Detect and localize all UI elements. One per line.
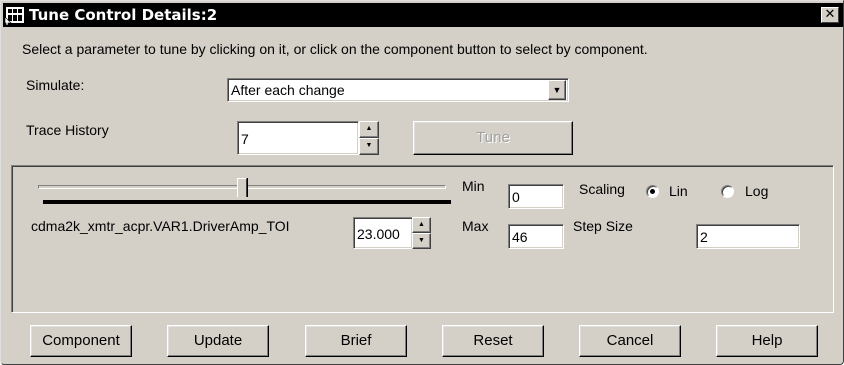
app-icon [5, 7, 24, 25]
trace-history-up-button[interactable]: ▲ [359, 121, 379, 138]
scaling-lin-label[interactable]: Lin [669, 183, 688, 199]
cancel-button[interactable]: Cancel [579, 325, 681, 357]
spin-down-icon: ▼ [365, 142, 373, 149]
scaling-log-label[interactable]: Log [745, 183, 768, 199]
min-label: Min [462, 178, 485, 194]
simulate-label: Simulate: [26, 77, 85, 93]
radio-button-lin[interactable] [646, 185, 659, 198]
step-size-input[interactable]: 2 [696, 224, 800, 249]
title-bar[interactable]: Tune Control Details:2 ✕ [3, 3, 843, 27]
parameter-value-input[interactable]: 23.000 [353, 217, 413, 249]
window-title: Tune Control Details:2 [29, 6, 218, 24]
instructions-text: Select a parameter to tune by clicking o… [22, 41, 648, 57]
spin-down-icon: ▼ [418, 237, 425, 244]
scaling-label: Scaling [579, 181, 625, 197]
parameter-down-button[interactable]: ▼ [412, 233, 431, 249]
tune-button[interactable]: Tune [413, 121, 573, 155]
simulate-value: After each change [231, 82, 345, 98]
max-label: Max [462, 218, 489, 234]
trace-history-down-button[interactable]: ▼ [359, 138, 379, 155]
trace-history-value: 7 [241, 131, 249, 147]
slider-bar [43, 200, 451, 204]
spin-up-icon: ▲ [365, 125, 373, 132]
help-button[interactable]: Help [716, 325, 818, 357]
max-value: 46 [512, 229, 528, 245]
close-icon[interactable]: ✕ [821, 7, 839, 23]
step-size-value: 2 [700, 229, 708, 245]
max-input[interactable]: 46 [508, 224, 564, 249]
tune-control-dialog: Tune Control Details:2 ✕ Select a parame… [0, 0, 844, 365]
component-button[interactable]: Component [30, 325, 132, 357]
min-value: 0 [512, 189, 520, 205]
spin-up-icon: ▲ [418, 221, 425, 228]
trace-history-input[interactable]: 7 [237, 121, 359, 155]
brief-button[interactable]: Brief [305, 325, 407, 357]
slider-thumb[interactable] [237, 178, 247, 197]
trace-history-label: Trace History [26, 122, 109, 138]
simulate-dropdown-button[interactable]: ▼ [548, 80, 566, 100]
radio-button-log[interactable] [721, 185, 734, 198]
parameter-value: 23.000 [357, 226, 400, 242]
simulate-select[interactable]: After each change ▼ [227, 78, 569, 102]
chevron-down-icon: ▼ [552, 85, 562, 95]
step-size-label: Step Size [573, 218, 633, 234]
update-button[interactable]: Update [167, 325, 269, 357]
parameter-up-button[interactable]: ▲ [412, 217, 431, 233]
min-input[interactable]: 0 [508, 184, 564, 209]
reset-button[interactable]: Reset [442, 325, 544, 357]
radio-selected-dot [650, 189, 655, 194]
parameter-name[interactable]: cdma2k_xmtr_acpr.VAR1.DriverAmp_TOI [31, 218, 290, 234]
